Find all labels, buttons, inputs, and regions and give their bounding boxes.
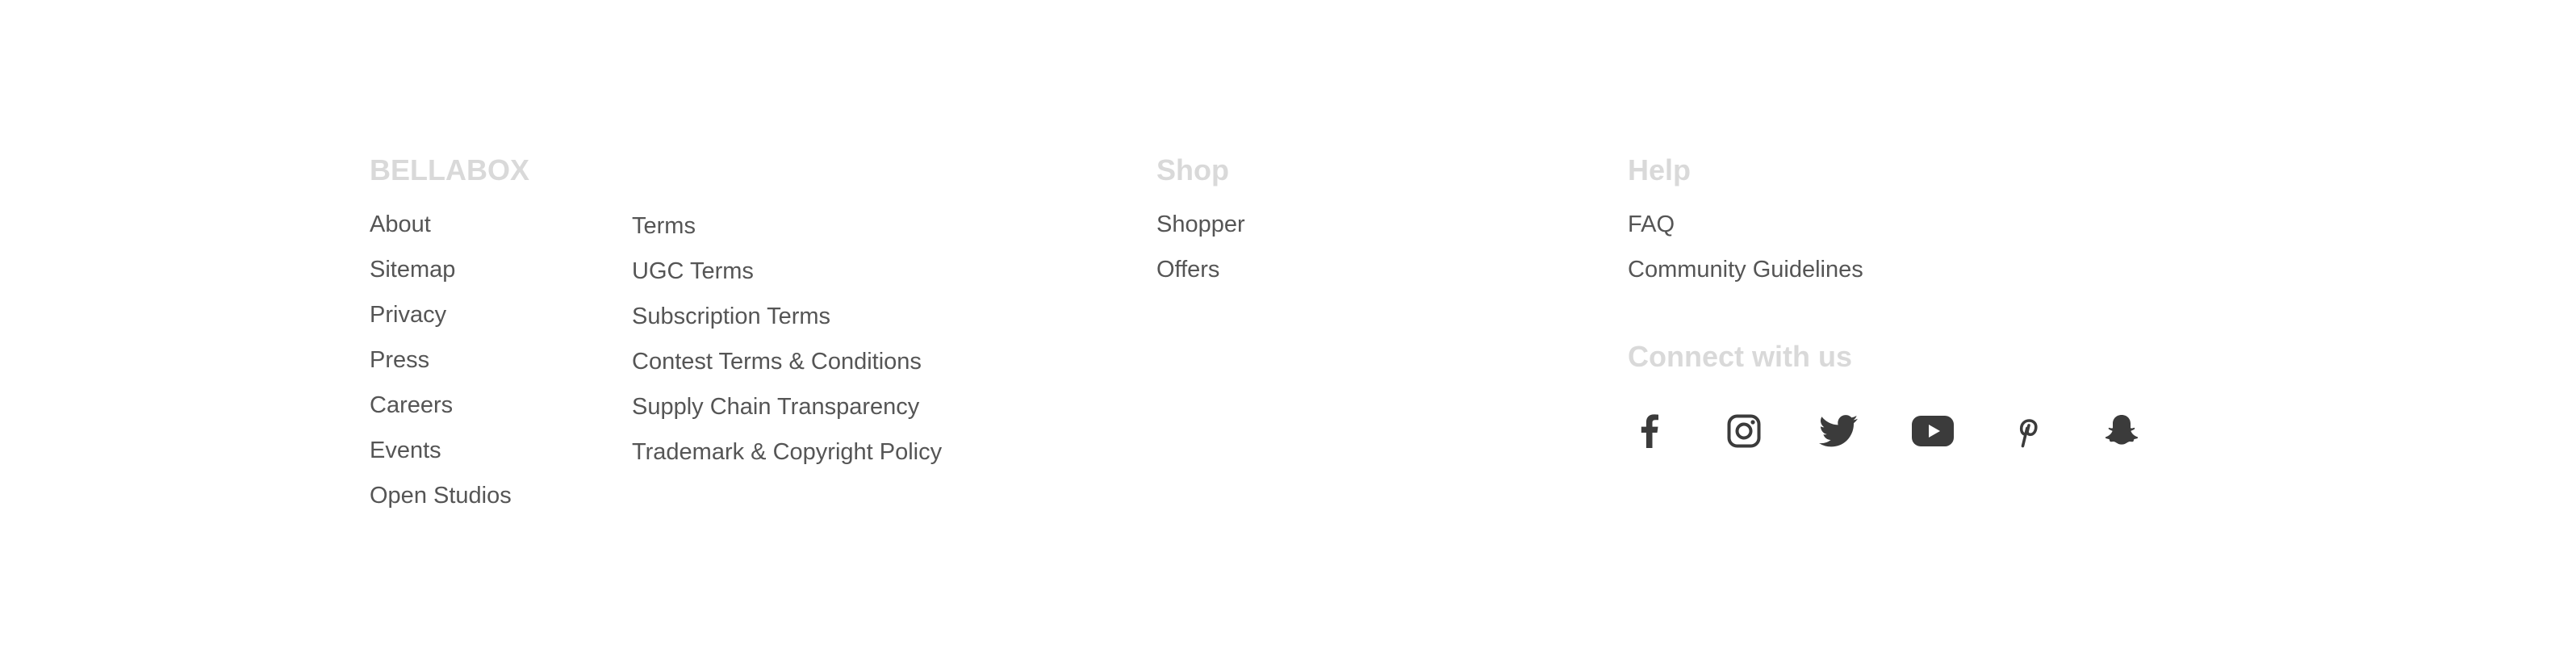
events-link[interactable]: Events xyxy=(370,438,441,463)
subscription-terms-link[interactable]: Subscription Terms xyxy=(632,304,830,329)
snapchat-icon[interactable] xyxy=(2099,408,2144,454)
brand-links-column-1: About Sitemap Privacy Press Careers Even… xyxy=(370,211,512,528)
list-item: Careers xyxy=(370,392,512,438)
list-item: Sitemap xyxy=(370,257,512,302)
terms-link[interactable]: Terms xyxy=(632,213,696,239)
site-footer: BELLABOX About Sitemap Privacy Press Car… xyxy=(0,0,2576,670)
press-link[interactable]: Press xyxy=(370,347,429,373)
open-studios-link[interactable]: Open Studios xyxy=(370,483,512,509)
youtube-icon[interactable] xyxy=(1910,408,1955,454)
list-item: Privacy xyxy=(370,302,512,347)
supply-chain-transparency-link[interactable]: Supply Chain Transparency xyxy=(632,394,919,420)
trademark-copyright-policy-link[interactable]: Trademark & Copyright Policy xyxy=(632,439,942,465)
community-guidelines-link[interactable]: Community Guidelines xyxy=(1628,257,1863,283)
help-links: FAQ Community Guidelines xyxy=(1628,211,1863,302)
contest-terms-link[interactable]: Contest Terms & Conditions xyxy=(632,349,922,375)
ugc-terms-link[interactable]: UGC Terms xyxy=(632,258,754,284)
list-item: Terms xyxy=(632,213,942,258)
list-item: About xyxy=(370,211,512,257)
brand-links-column-2: Terms UGC Terms Subscription Terms Conte… xyxy=(632,213,942,484)
connect-heading: Connect with us xyxy=(1628,340,1852,373)
list-item: Press xyxy=(370,347,512,392)
twitter-icon[interactable] xyxy=(1816,408,1861,454)
list-item: Subscription Terms xyxy=(632,304,942,349)
social-links xyxy=(1627,408,2144,454)
list-item: Events xyxy=(370,438,512,483)
list-item: Contest Terms & Conditions xyxy=(632,349,942,394)
list-item: Open Studios xyxy=(370,483,512,528)
shop-heading: Shop xyxy=(1156,153,1229,186)
list-item: Supply Chain Transparency xyxy=(632,394,942,439)
facebook-icon[interactable] xyxy=(1627,408,1672,454)
list-item: Offers xyxy=(1156,257,1245,302)
brand-heading: BELLABOX xyxy=(370,153,529,186)
careers-link[interactable]: Careers xyxy=(370,392,453,418)
pinterest-icon[interactable] xyxy=(2005,408,2050,454)
shop-links: Shopper Offers xyxy=(1156,211,1245,302)
list-item: Trademark & Copyright Policy xyxy=(632,439,942,484)
shopper-link[interactable]: Shopper xyxy=(1156,211,1245,237)
list-item: FAQ xyxy=(1628,211,1863,257)
list-item: UGC Terms xyxy=(632,258,942,304)
privacy-link[interactable]: Privacy xyxy=(370,302,446,328)
faq-link[interactable]: FAQ xyxy=(1628,211,1675,237)
list-item: Shopper xyxy=(1156,211,1245,257)
list-item: Community Guidelines xyxy=(1628,257,1863,302)
instagram-icon[interactable] xyxy=(1721,408,1767,454)
offers-link[interactable]: Offers xyxy=(1156,257,1219,283)
sitemap-link[interactable]: Sitemap xyxy=(370,257,455,283)
about-link[interactable]: About xyxy=(370,211,431,237)
help-heading: Help xyxy=(1628,153,1692,186)
